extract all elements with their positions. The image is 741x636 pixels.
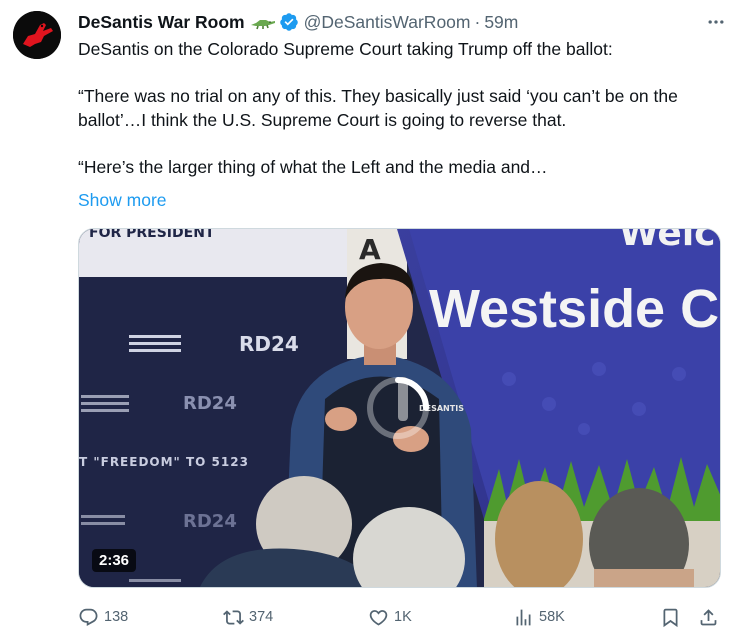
views-button[interactable]: 58K xyxy=(513,603,565,631)
separator-dot: · xyxy=(474,11,481,32)
like-count: 1K xyxy=(394,609,412,625)
reply-button[interactable]: 138 xyxy=(78,603,128,631)
tweet-line-3: “Here’s the larger thing of what the Lef… xyxy=(78,156,548,177)
handle[interactable]: @DeSantisWarRoom xyxy=(304,12,471,33)
tweet-line-2: “There was no trial on any of this. They… xyxy=(78,86,678,130)
repost-button[interactable]: 374 xyxy=(223,603,273,631)
reply-count: 138 xyxy=(104,609,129,625)
display-name[interactable]: DeSantis War Room xyxy=(78,12,245,33)
share-button[interactable] xyxy=(698,603,719,631)
reply-icon xyxy=(79,608,98,626)
tweet-line-1: DeSantis on the Colorado Supreme Court t… xyxy=(78,39,613,59)
analytics-icon xyxy=(516,609,531,625)
share-icon xyxy=(700,608,717,625)
loading-spinner-icon xyxy=(367,377,429,439)
bookmark-icon xyxy=(663,608,678,627)
repost-icon xyxy=(223,609,244,625)
tweet-header: DeSantis War Room @DeSantisWarRoom · 59m xyxy=(78,10,728,34)
bookmark-button[interactable] xyxy=(660,603,681,631)
view-count: 58K xyxy=(539,609,565,625)
show-more-link[interactable]: Show more xyxy=(78,190,167,211)
backdrop-logo-3: RD24 xyxy=(183,511,237,532)
backdrop-logo-2: RD24 xyxy=(183,393,237,414)
backdrop-top-text: FOR PRESIDENT xyxy=(89,229,215,241)
gator-emoji-icon xyxy=(250,14,276,30)
timestamp[interactable]: 59m xyxy=(484,12,518,33)
heart-icon xyxy=(369,609,388,626)
backdrop-slogan: T "FREEDOM" TO 5123 xyxy=(79,455,249,469)
sign-letter: A xyxy=(359,233,381,266)
repost-count: 374 xyxy=(249,609,274,625)
verified-badge-icon[interactable] xyxy=(279,12,299,32)
backdrop-logo: RD24 xyxy=(239,332,299,356)
banner-text: Westside Con xyxy=(429,279,721,339)
video-duration: 2:36 xyxy=(92,549,137,572)
avatar[interactable] xyxy=(13,11,61,59)
more-options-icon[interactable] xyxy=(704,10,728,34)
tweet-text: DeSantis on the Colorado Supreme Court t… xyxy=(78,38,728,179)
banner-top-text: Welc xyxy=(619,229,716,254)
action-bar: 138 374 1K 58K xyxy=(78,603,721,631)
video-player[interactable]: FOR PRESIDENT RD24 RD24 RD24 T "FREEDOM"… xyxy=(78,228,721,588)
gator-logo-icon xyxy=(13,11,61,59)
like-button[interactable]: 1K xyxy=(368,603,412,631)
